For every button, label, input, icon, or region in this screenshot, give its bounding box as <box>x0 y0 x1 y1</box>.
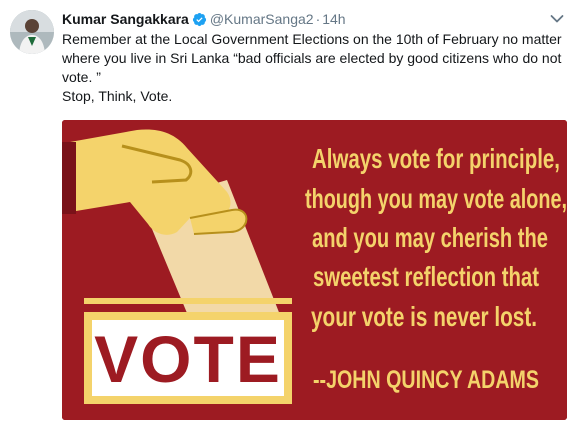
chevron-down-icon[interactable] <box>549 11 565 27</box>
author-name[interactable]: Kumar Sangakkara <box>62 11 189 27</box>
author-handle[interactable]: @KumarSanga2 <box>210 11 314 27</box>
tweet-text: Remember at the Local Government Electio… <box>62 30 567 106</box>
separator-dot: · <box>315 11 321 27</box>
tweet-header: Kumar Sangakkara @KumarSanga2 · 14h <box>62 9 346 29</box>
verified-badge-icon <box>192 12 207 32</box>
tweet-text-paragraph: Stop, Think, Vote. <box>62 88 173 104</box>
vote-label: VOTE <box>94 322 282 396</box>
ballot-box: VOTE <box>84 312 292 404</box>
tweet[interactable]: Kumar Sangakkara @KumarSanga2 · 14h Remembe… <box>0 0 575 427</box>
tweet-media-image[interactable]: VOTE Always vote for principle, though y… <box>62 120 567 420</box>
quote-line: sweetest reflection that <box>313 261 539 292</box>
ballot-slot <box>84 298 292 304</box>
tweet-text-paragraph: Remember at the Local Government Electio… <box>62 31 562 85</box>
quote-attribution: --JOHN QUINCY ADAMS <box>313 366 539 394</box>
quote-line: and you may cherish the <box>312 222 548 253</box>
timestamp[interactable]: 14h <box>322 11 345 27</box>
quote-line: Always vote for principle, <box>312 143 560 174</box>
quote-line: your vote is never lost. <box>311 301 537 332</box>
avatar[interactable] <box>10 10 54 54</box>
quote-line: though you may vote alone, <box>305 183 567 214</box>
